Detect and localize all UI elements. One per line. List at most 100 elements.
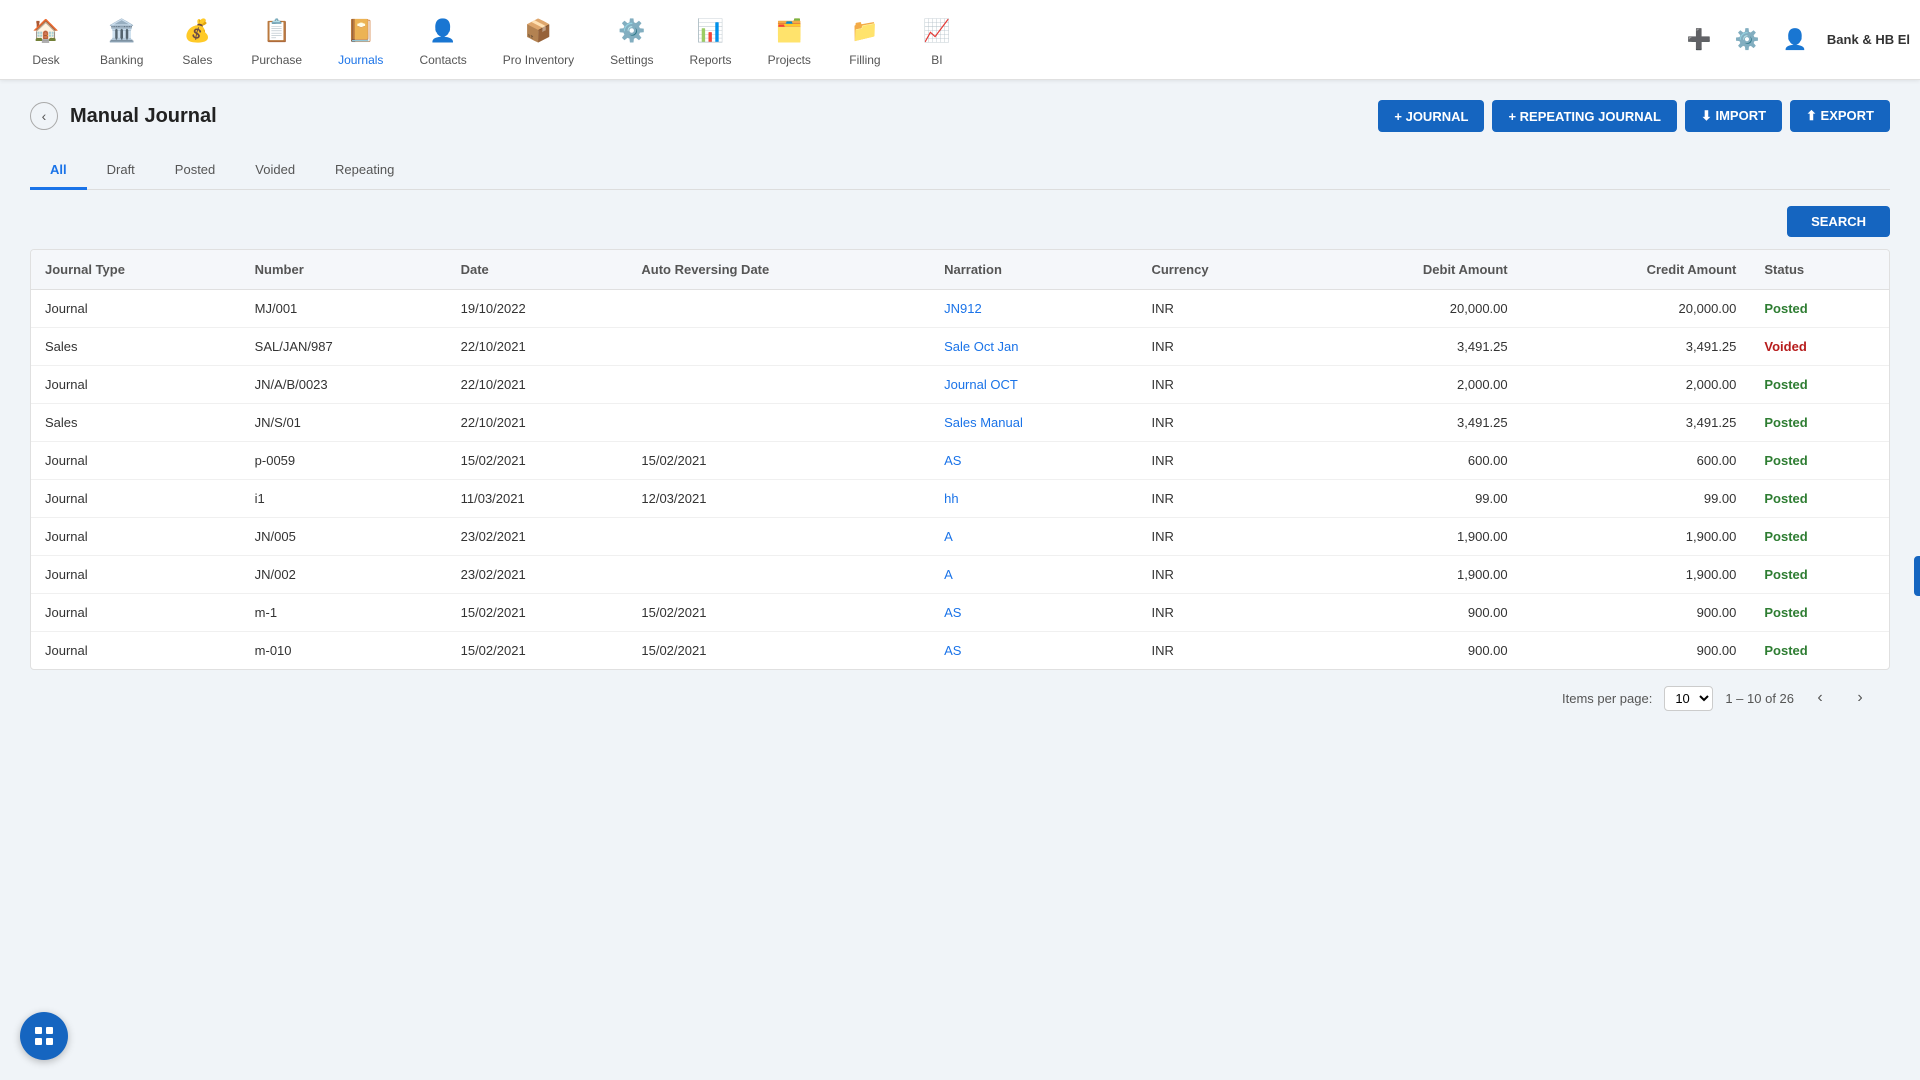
nav-item-contacts[interactable]: 👤 Contacts <box>401 5 484 75</box>
desk-icon: 🏠 <box>28 13 64 49</box>
table-header: Journal TypeNumberDateAuto Reversing Dat… <box>31 250 1889 290</box>
settings-icon[interactable]: ⚙️ <box>1731 24 1763 56</box>
table-row: Journal m-1 15/02/2021 15/02/2021 AS INR… <box>31 594 1889 632</box>
cell-number: p-0059 <box>241 442 447 480</box>
options-tab[interactable]: OPTIONS <box>1914 556 1920 596</box>
cell-status: Posted <box>1750 404 1889 442</box>
narration-link[interactable]: hh <box>944 491 958 506</box>
narration-link[interactable]: AS <box>944 453 961 468</box>
sales-icon: 💰 <box>179 13 215 49</box>
cell-narration[interactable]: AS <box>930 632 1137 670</box>
cell-status: Posted <box>1750 442 1889 480</box>
nav-item-bi[interactable]: 📈 BI <box>901 5 973 75</box>
narration-link[interactable]: AS <box>944 643 961 658</box>
cell-narration[interactable]: JN912 <box>930 290 1137 328</box>
cell-number: SAL/JAN/987 <box>241 328 447 366</box>
journal-button[interactable]: + JOURNAL <box>1378 100 1484 132</box>
nav-item-projects[interactable]: 🗂️ Projects <box>750 5 829 75</box>
cell-date: 15/02/2021 <box>447 594 628 632</box>
cell-narration[interactable]: hh <box>930 480 1137 518</box>
cell-debit-amount: 99.00 <box>1303 480 1522 518</box>
narration-link[interactable]: A <box>944 529 953 544</box>
bi-icon: 📈 <box>919 13 955 49</box>
cell-narration[interactable]: Sale Oct Jan <box>930 328 1137 366</box>
cell-debit-amount: 1,900.00 <box>1303 518 1522 556</box>
journal-table: Journal TypeNumberDateAuto Reversing Dat… <box>30 249 1890 670</box>
cell-narration[interactable]: A <box>930 518 1137 556</box>
tab-posted[interactable]: Posted <box>155 152 235 190</box>
add-icon[interactable]: ➕ <box>1683 24 1715 56</box>
col-header-debit-amount: Debit Amount <box>1303 250 1522 290</box>
table: Journal TypeNumberDateAuto Reversing Dat… <box>31 250 1889 669</box>
cell-currency: INR <box>1137 518 1302 556</box>
nav-item-settings[interactable]: ⚙️ Settings <box>592 5 671 75</box>
cell-number: JN/A/B/0023 <box>241 366 447 404</box>
tab-voided[interactable]: Voided <box>235 152 315 190</box>
cell-number: JN/S/01 <box>241 404 447 442</box>
col-header-narration: Narration <box>930 250 1137 290</box>
pagination-next-button[interactable]: › <box>1846 684 1874 712</box>
cell-debit-amount: 600.00 <box>1303 442 1522 480</box>
cell-journal-type: Journal <box>31 366 241 404</box>
cell-narration[interactable]: Journal OCT <box>930 366 1137 404</box>
cell-credit-amount: 1,900.00 <box>1522 518 1751 556</box>
tab-draft[interactable]: Draft <box>87 152 155 190</box>
nav-item-reports[interactable]: 📊 Reports <box>672 5 750 75</box>
tab-all[interactable]: All <box>30 152 87 190</box>
repeating-journal-button[interactable]: + REPEATING JOURNAL <box>1492 100 1677 132</box>
import-button[interactable]: ⬇ IMPORT <box>1685 100 1782 132</box>
narration-link[interactable]: Journal OCT <box>944 377 1018 392</box>
nav-label-pro-inventory: Pro Inventory <box>503 53 574 67</box>
back-button[interactable]: ‹ <box>30 102 58 130</box>
cell-number: JN/005 <box>241 518 447 556</box>
table-row: Journal p-0059 15/02/2021 15/02/2021 AS … <box>31 442 1889 480</box>
narration-link[interactable]: AS <box>944 605 961 620</box>
cell-auto-reversing-date <box>627 518 930 556</box>
cell-number: m-010 <box>241 632 447 670</box>
top-navigation: 🏠 Desk 🏛️ Banking 💰 Sales 📋 Purchase 📔 J… <box>0 0 1920 80</box>
nav-item-banking[interactable]: 🏛️ Banking <box>82 5 161 75</box>
tab-repeating[interactable]: Repeating <box>315 152 414 190</box>
nav-item-desk[interactable]: 🏠 Desk <box>10 5 82 75</box>
narration-link[interactable]: Sale Oct Jan <box>944 339 1018 354</box>
main-content: ‹ Manual Journal + JOURNAL + REPEATING J… <box>0 80 1920 746</box>
narration-link[interactable]: JN912 <box>944 301 982 316</box>
cell-narration[interactable]: AS <box>930 442 1137 480</box>
cell-currency: INR <box>1137 290 1302 328</box>
cell-status: Posted <box>1750 594 1889 632</box>
cell-debit-amount: 900.00 <box>1303 632 1522 670</box>
table-row: Journal MJ/001 19/10/2022 JN912 INR 20,0… <box>31 290 1889 328</box>
items-per-page-select[interactable]: 10 25 50 <box>1664 686 1713 711</box>
cell-journal-type: Journal <box>31 594 241 632</box>
cell-narration[interactable]: A <box>930 556 1137 594</box>
nav-item-purchase[interactable]: 📋 Purchase <box>233 5 320 75</box>
cell-narration[interactable]: AS <box>930 594 1137 632</box>
pagination-prev-button[interactable]: ‹ <box>1806 684 1834 712</box>
cell-number: JN/002 <box>241 556 447 594</box>
narration-link[interactable]: A <box>944 567 953 582</box>
pro-inventory-icon: 📦 <box>520 13 556 49</box>
narration-link[interactable]: Sales Manual <box>944 415 1023 430</box>
page-header: ‹ Manual Journal + JOURNAL + REPEATING J… <box>30 100 1890 132</box>
cell-credit-amount: 99.00 <box>1522 480 1751 518</box>
filling-icon: 📁 <box>847 13 883 49</box>
nav-item-sales[interactable]: 💰 Sales <box>161 5 233 75</box>
banking-icon: 🏛️ <box>104 13 140 49</box>
cell-debit-amount: 1,900.00 <box>1303 556 1522 594</box>
app-launcher-button[interactable] <box>20 1012 68 1060</box>
cell-credit-amount: 1,900.00 <box>1522 556 1751 594</box>
search-button[interactable]: SEARCH <box>1787 206 1890 237</box>
cell-journal-type: Journal <box>31 480 241 518</box>
cell-debit-amount: 3,491.25 <box>1303 404 1522 442</box>
org-name[interactable]: Bank & HB El <box>1827 32 1910 47</box>
nav-item-pro-inventory[interactable]: 📦 Pro Inventory <box>485 5 592 75</box>
user-icon[interactable]: 👤 <box>1779 24 1811 56</box>
pagination: Items per page: 10 25 50 1 – 10 of 26 ‹ … <box>30 670 1890 726</box>
nav-item-journals[interactable]: 📔 Journals <box>320 5 401 75</box>
nav-item-filling[interactable]: 📁 Filling <box>829 5 901 75</box>
col-header-date: Date <box>447 250 628 290</box>
export-button[interactable]: ⬆ EXPORT <box>1790 100 1890 132</box>
cell-currency: INR <box>1137 328 1302 366</box>
cell-narration[interactable]: Sales Manual <box>930 404 1137 442</box>
cell-credit-amount: 900.00 <box>1522 632 1751 670</box>
